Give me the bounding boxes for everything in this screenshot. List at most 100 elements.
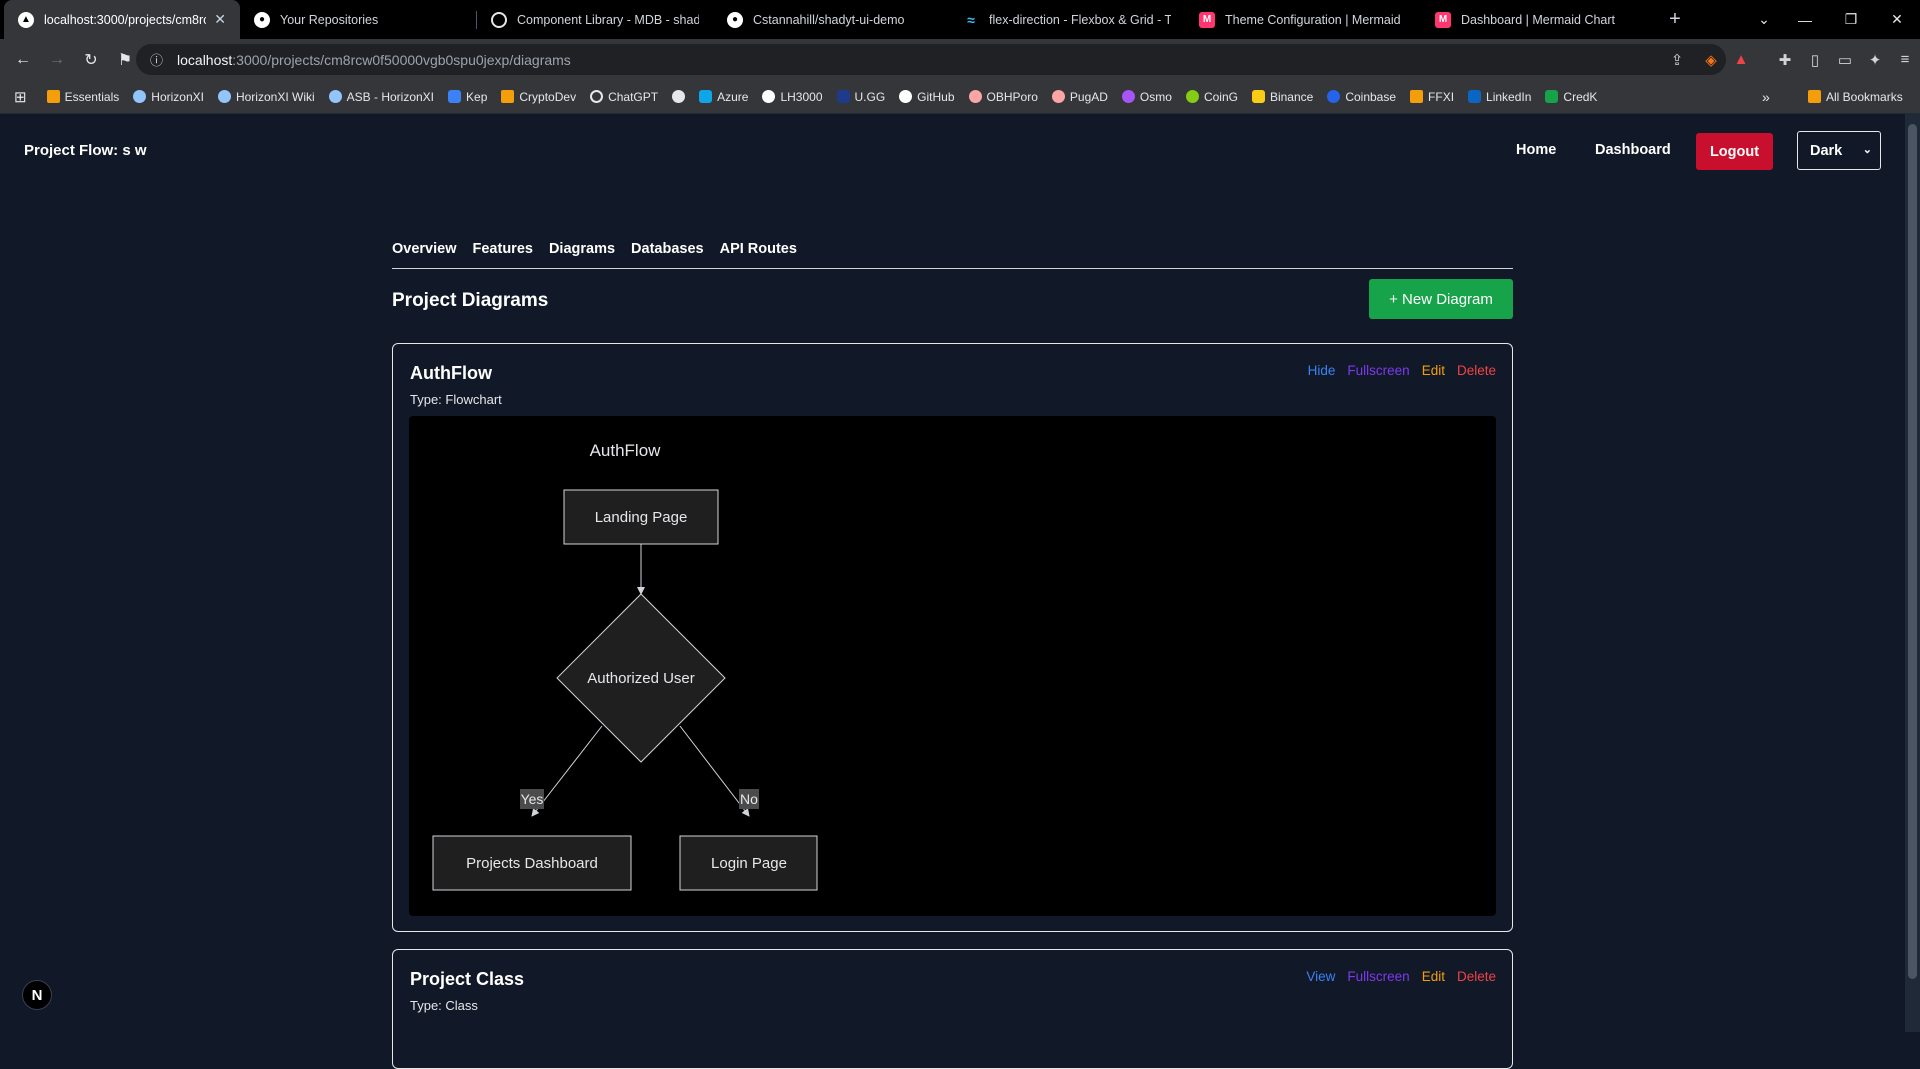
site-info-icon[interactable]: ⓘ [150, 50, 163, 69]
project-brand[interactable]: Project Flow: s w [24, 142, 147, 159]
reload-icon[interactable]: ↻ [76, 45, 106, 75]
browser-tab[interactable]: M Theme Configuration | Mermaid [1185, 0, 1421, 39]
new-diagram-button[interactable]: + New Diagram [1369, 279, 1513, 319]
url-input[interactable]: ⓘ localhost:3000/projects/cm8rcw0f50000v… [136, 44, 1726, 75]
page-scrollbar[interactable] [1905, 114, 1920, 1032]
bookmark[interactable]: Azure [699, 90, 748, 104]
bookmark[interactable]: LH3000 [762, 90, 823, 104]
edit-button[interactable]: Edit [1422, 363, 1445, 378]
chatgpt-icon [491, 11, 507, 28]
tab-title: Theme Configuration | Mermaid [1225, 12, 1401, 27]
toolbar-icons: ⇪ ◈ ▲ ✚ ▯ ▭ ✦ ≡ [1662, 39, 1920, 80]
bookmark[interactable]: U.GG [836, 90, 885, 104]
edit-button[interactable]: Edit [1422, 969, 1445, 984]
bookmark[interactable]: Binance [1251, 90, 1313, 104]
fullscreen-button[interactable]: Fullscreen [1347, 363, 1409, 378]
delete-button[interactable]: Delete [1457, 363, 1496, 378]
bookmark-label: Azure [717, 89, 749, 104]
project-tabs: Overview Features Diagrams Databases API… [392, 227, 1513, 269]
bookmark-label: PugAD [1069, 89, 1108, 104]
node-dashboard-label: Projects Dashboard [466, 855, 598, 872]
more-bookmarks-button[interactable]: » [1762, 89, 1770, 105]
browser-tab[interactable]: ● Your Repositories [240, 0, 476, 39]
site-icon [133, 90, 147, 103]
close-tab-icon[interactable]: ✕ [214, 11, 226, 28]
browser-tab[interactable]: Component Library - MDB - shadyt [477, 0, 713, 39]
bookmark[interactable]: ASB - HorizonXI [328, 90, 434, 104]
bookmark-label: Kep [466, 89, 488, 104]
scrollbar-thumb[interactable] [1908, 124, 1917, 979]
browser-tab[interactable]: ● Cstannahill/shadyt-ui-demo [713, 0, 949, 39]
site-icon [1545, 90, 1559, 103]
bookmark-folder[interactable]: Essentials [46, 90, 119, 104]
bookmark[interactable]: LinkedIn [1468, 90, 1531, 104]
browser-tab-active[interactable]: ▲ localhost:3000/projects/cm8rcw ✕ [4, 0, 240, 39]
bookmark[interactable]: Kep [448, 90, 487, 104]
bookmark-label: FFXI [1428, 89, 1455, 104]
tab-features[interactable]: Features [473, 227, 533, 268]
all-bookmarks-folder[interactable]: All Bookmarks [1808, 90, 1903, 104]
share-icon[interactable]: ⇪ [1662, 51, 1692, 69]
fullscreen-button[interactable]: Fullscreen [1347, 969, 1409, 984]
bookmark[interactable]: HorizonXI Wiki [217, 90, 315, 104]
app-viewport: Project Flow: s w Home Dashboard Logout … [0, 114, 1905, 1069]
brave-shield-icon[interactable]: ◈ [1696, 51, 1726, 69]
back-icon[interactable]: ← [8, 45, 38, 75]
edge-label-no: No [740, 791, 758, 807]
browser-tab-bar: ▲ localhost:3000/projects/cm8rcw ✕ ● You… [0, 0, 1920, 39]
flowchart-title: AuthFlow [590, 441, 662, 460]
menu-icon[interactable]: ≡ [1890, 51, 1920, 68]
wallet-icon[interactable]: ▭ [1830, 51, 1860, 69]
nav-home-link[interactable]: Home [1516, 142, 1556, 158]
bookmark[interactable] [672, 90, 686, 103]
sidebar-icon[interactable]: ▯ [1800, 51, 1830, 69]
leo-ai-icon[interactable]: ✦ [1860, 51, 1890, 69]
tab-api-routes[interactable]: API Routes [720, 227, 797, 268]
minimize-icon[interactable]: — [1782, 0, 1828, 39]
bookmark[interactable]: GitHub [899, 90, 955, 104]
chevron-down-icon: ⌄ [1862, 144, 1872, 156]
bookmark-folder[interactable]: CryptoDev [501, 90, 576, 104]
url-host: localhost [177, 51, 233, 68]
theme-select-value: Dark [1810, 142, 1843, 159]
bookmark[interactable]: Coinbase [1327, 90, 1396, 104]
close-window-icon[interactable]: ✕ [1874, 0, 1920, 39]
nav-dashboard-link[interactable]: Dashboard [1595, 142, 1671, 158]
github-icon: ● [254, 11, 270, 28]
restore-icon[interactable]: ❐ [1828, 0, 1874, 39]
tab-overview[interactable]: Overview [392, 227, 457, 268]
bookmark[interactable]: OBHPoro [968, 90, 1038, 104]
bookmark[interactable]: Osmo [1121, 90, 1172, 104]
forward-icon[interactable]: → [42, 45, 72, 75]
url-path: :3000/projects/cm8rcw0f50000vgb0spu0jexp… [232, 51, 571, 68]
logout-button[interactable]: Logout [1696, 133, 1773, 170]
apps-grid-icon[interactable]: ⊞ [14, 88, 27, 106]
theme-select[interactable]: Dark ⌄ [1797, 131, 1881, 170]
hide-button[interactable]: Hide [1308, 363, 1336, 378]
tab-title: Component Library - MDB - shadyt [517, 12, 699, 27]
browser-tab[interactable]: M Dashboard | Mermaid Chart [1421, 0, 1657, 39]
top-navbar: Project Flow: s w Home Dashboard Logout … [0, 114, 1905, 188]
linkedin-icon [1468, 90, 1482, 103]
tab-title: Cstannahill/shadyt-ui-demo [753, 12, 905, 27]
bookmark[interactable]: CoinG [1185, 90, 1238, 104]
tab-diagrams[interactable]: Diagrams [549, 227, 615, 268]
bookmark-folder[interactable]: FFXI [1410, 90, 1454, 104]
bookmark[interactable]: PugAD [1051, 89, 1108, 104]
tab-title: Dashboard | Mermaid Chart [1461, 12, 1616, 27]
brave-rewards-icon[interactable]: ▲ [1726, 51, 1756, 68]
delete-button[interactable]: Delete [1457, 969, 1496, 984]
bookmark[interactable]: CredK [1545, 90, 1597, 104]
view-button[interactable]: View [1306, 969, 1335, 984]
browser-tab[interactable]: ≈ flex-direction - Flexbox & Grid - Tail [949, 0, 1185, 39]
tab-search-icon[interactable]: ⌄ [1741, 0, 1787, 39]
new-tab-button[interactable]: + [1657, 8, 1693, 31]
nextjs-devtools-badge[interactable]: N [22, 980, 52, 1010]
bookmark-label: All Bookmarks [1826, 89, 1903, 104]
bookmark[interactable]: ChatGPT [590, 90, 658, 104]
folder-icon [501, 90, 515, 103]
tab-databases[interactable]: Databases [631, 227, 704, 268]
diagram-actions: View Fullscreen Edit Delete [1294, 969, 1496, 984]
bookmark[interactable]: HorizonXI [133, 90, 204, 104]
extensions-puzzle-icon[interactable]: ✚ [1770, 51, 1800, 69]
